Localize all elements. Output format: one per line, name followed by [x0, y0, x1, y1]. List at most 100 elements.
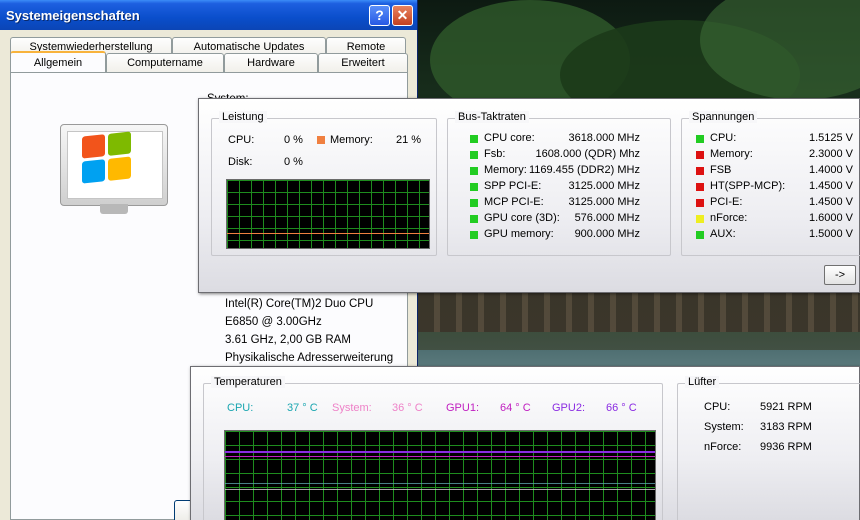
- close-button[interactable]: ✕: [392, 4, 413, 26]
- tab-hardware[interactable]: Hardware: [224, 53, 318, 72]
- bus-row-value: 3125.000 MHz: [568, 180, 640, 192]
- system-temp-line: [225, 489, 655, 490]
- help-icon: ?: [375, 7, 384, 23]
- monitor-panel-bottom: Temperaturen CPU: 37 ° C System: 36 ° C GPU1…: [190, 366, 860, 520]
- gpu2-temp-line: [225, 451, 655, 453]
- memory-graph-line: [227, 233, 429, 234]
- bus-row-label: SPP PCI-E:: [484, 180, 542, 192]
- bus-row-label: GPU core (3D):: [484, 212, 560, 224]
- next-label: ->: [834, 269, 846, 281]
- monitor-panel-top: Leistung CPU: 0 % Memory: 21 % Disk: 0 %…: [198, 98, 860, 293]
- voltage-row-value: 1.4500 V: [808, 196, 853, 208]
- bus-row-value: 576.000 MHz: [574, 212, 640, 224]
- temp-reading-value: 66 ° C: [606, 402, 637, 414]
- close-icon: ✕: [396, 6, 409, 23]
- cpu-load-value: 0 %: [284, 134, 303, 146]
- status-indicator-icon: [470, 135, 478, 143]
- tab-label: Computername: [127, 57, 203, 69]
- pae-line: Physikalische Adresserweiterung: [225, 352, 394, 364]
- fan-reading-label: System:: [704, 421, 744, 433]
- tab-allgemein[interactable]: Allgemein: [10, 51, 106, 72]
- status-indicator-icon: [696, 151, 704, 159]
- cpu-load-label: CPU:: [228, 134, 255, 146]
- group-spannungen: Spannungen CPU: 1.5125 V Memory: 2.3000 V FS…: [681, 111, 860, 256]
- voltage-row-label: nForce:: [710, 212, 748, 224]
- voltage-row-value: 1.4500 V: [808, 180, 853, 192]
- status-indicator-icon: [696, 231, 704, 239]
- windows-flag-icon: [82, 131, 132, 184]
- group-leistung: Leistung CPU: 0 % Memory: 21 % Disk: 0 %: [211, 111, 437, 256]
- fan-reading-value: 9936 RPM: [760, 441, 812, 453]
- temp-reading-value: 37 ° C: [287, 402, 318, 414]
- next-page-button[interactable]: ->: [824, 265, 856, 285]
- window-title: Systemeigenschaften: [6, 7, 140, 23]
- temp-reading-label: GPU2:: [552, 402, 586, 414]
- status-indicator-icon: [696, 199, 704, 207]
- status-indicator-icon: [696, 183, 704, 191]
- bus-row-label: MCP PCI-E:: [484, 196, 544, 208]
- memory-color-swatch: [317, 136, 325, 144]
- bus-row-value: 1169.455 (DDR2) MHz: [528, 164, 640, 176]
- group-title-luefter: Lüfter: [685, 376, 720, 388]
- bus-row-label: Memory:: [484, 164, 527, 176]
- temperature-graph: [224, 430, 656, 520]
- group-luefter: Lüfter CPU: 5921 RPM System: 3183 RPM nForce…: [677, 376, 860, 520]
- fan-reading-value: 3183 RPM: [760, 421, 812, 433]
- tab-label: Automatische Updates: [193, 41, 305, 53]
- status-indicator-icon: [470, 183, 478, 191]
- bus-row-value: 3125.000 MHz: [568, 196, 640, 208]
- windows-logo: [60, 124, 168, 214]
- bus-row-value: 900.000 MHz: [574, 228, 640, 240]
- status-indicator-icon: [470, 215, 478, 223]
- disk-load-value: 0 %: [284, 156, 303, 168]
- voltage-row-label: AUX:: [710, 228, 736, 240]
- fan-reading-label: nForce:: [704, 441, 742, 453]
- cpu-name-line: Intel(R) Core(TM)2 Duo CPU: [225, 298, 374, 310]
- group-bus-taktraten: Bus-Taktraten CPU core: 3618.000 MHz Fsb: 1…: [447, 111, 671, 256]
- tab-label: Allgemein: [33, 56, 83, 69]
- memory-load-label: Memory:: [330, 134, 373, 146]
- tab-computername[interactable]: Computername: [106, 53, 224, 72]
- voltage-row-label: HT(SPP-MCP):: [710, 180, 786, 192]
- cpu-temp-line: [225, 483, 655, 484]
- tab-label: Hardware: [247, 57, 295, 69]
- voltage-row-value: 1.6000 V: [808, 212, 853, 224]
- tab-row-lower: Allgemein Computername Hardware Erweiter…: [10, 51, 408, 72]
- group-title-bus: Bus-Taktraten: [455, 111, 529, 123]
- voltage-row-label: CPU:: [710, 132, 737, 144]
- voltage-row-label: Memory:: [710, 148, 753, 160]
- group-title-temperaturen: Temperaturen: [211, 376, 285, 388]
- bus-row-label: CPU core:: [484, 132, 535, 144]
- fan-reading-label: CPU:: [704, 401, 731, 413]
- disk-load-label: Disk:: [228, 156, 253, 168]
- tab-erweitert[interactable]: Erweitert: [318, 53, 408, 72]
- bus-row-value: 3618.000 MHz: [568, 132, 640, 144]
- tab-label: Erweitert: [341, 57, 385, 69]
- performance-graph: [226, 179, 430, 249]
- fan-reading-value: 5921 RPM: [760, 401, 812, 413]
- help-button[interactable]: ?: [369, 4, 390, 26]
- voltage-row-label: FSB: [710, 164, 732, 176]
- temp-reading-value: 36 ° C: [392, 402, 423, 414]
- temp-reading-label: System:: [332, 402, 372, 414]
- gpu1-temp-line: [225, 456, 655, 457]
- voltage-row-value: 1.5000 V: [808, 228, 853, 240]
- status-indicator-icon: [696, 135, 704, 143]
- status-indicator-icon: [470, 151, 478, 159]
- temp-reading-value: 64 ° C: [500, 402, 531, 414]
- bus-row-label: Fsb:: [484, 148, 506, 160]
- group-temperaturen: Temperaturen CPU: 37 ° C System: 36 ° C GPU1…: [203, 376, 663, 520]
- status-indicator-icon: [696, 167, 704, 175]
- group-title-leistung: Leistung: [219, 111, 267, 123]
- status-indicator-icon: [470, 167, 478, 175]
- temp-reading-label: GPU1:: [446, 402, 480, 414]
- status-indicator-icon: [470, 199, 478, 207]
- temp-reading-label: CPU:: [227, 402, 254, 414]
- cpu-speed-ram-line: 3.61 GHz, 2,00 GB RAM: [225, 334, 351, 346]
- window-titlebar[interactable]: Systemeigenschaften ? ✕: [0, 0, 417, 30]
- bus-row-value: 1608.000 (QDR) Mhz: [535, 148, 640, 160]
- cpu-model-line: E6850 @ 3.00GHz: [225, 316, 322, 328]
- bus-row-label: GPU memory:: [484, 228, 554, 240]
- group-title-spannungen: Spannungen: [689, 111, 758, 123]
- memory-load-value: 21 %: [396, 134, 422, 146]
